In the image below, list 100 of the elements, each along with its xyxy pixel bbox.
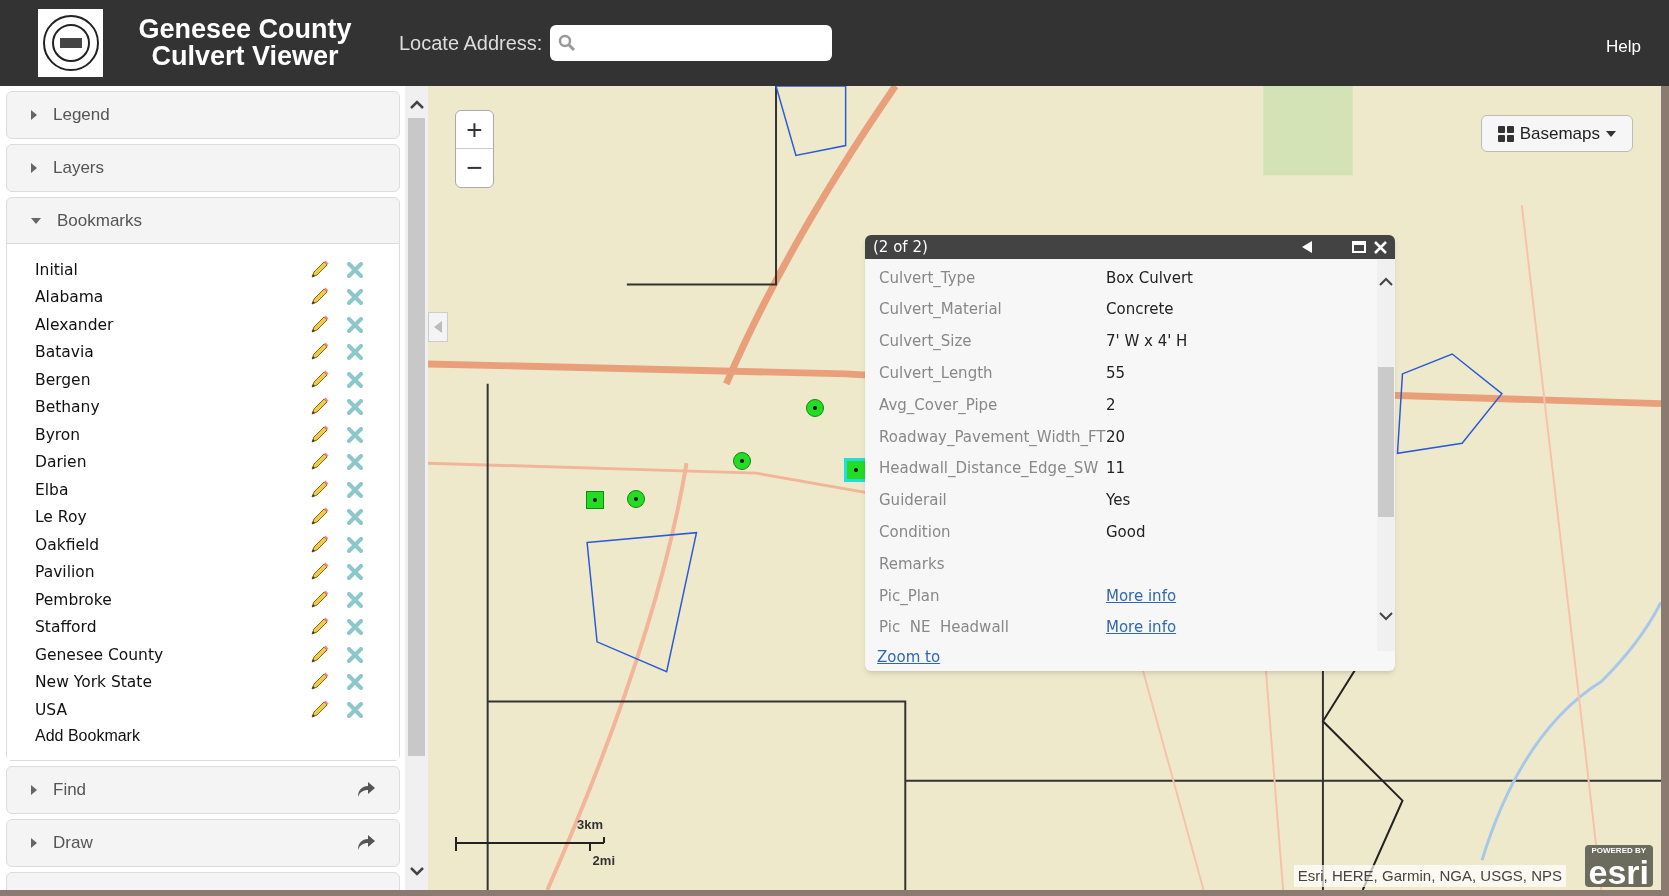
maximize-icon[interactable] xyxy=(1352,241,1366,253)
caret-left-icon xyxy=(434,321,442,333)
pencil-icon[interactable] xyxy=(309,534,331,555)
bookmark-item[interactable]: Byron xyxy=(35,423,309,447)
bookmark-item[interactable]: Alexander xyxy=(35,313,309,337)
popup-scrollbar[interactable] xyxy=(1377,259,1395,651)
pencil-icon[interactable] xyxy=(309,314,331,335)
bookmark-item[interactable]: Oakfield xyxy=(35,533,309,557)
pencil-icon[interactable] xyxy=(309,424,331,445)
panel-header[interactable]: Draw xyxy=(7,819,399,866)
panel-title: Draw xyxy=(53,831,93,854)
bookmark-item[interactable]: Genesee County xyxy=(35,643,309,667)
caret-down-icon xyxy=(1606,130,1616,137)
panel-header[interactable]: Legend xyxy=(7,92,399,138)
bookmark-item[interactable]: Batavia xyxy=(35,341,309,365)
basemaps-button[interactable]: Basemaps xyxy=(1480,115,1633,152)
field-value: Concrete xyxy=(1106,299,1174,321)
bookmark-item[interactable]: Pembroke xyxy=(35,588,309,612)
scroll-down-icon[interactable] xyxy=(1379,611,1393,621)
culvert-square-marker[interactable] xyxy=(847,461,865,479)
pencil-icon[interactable] xyxy=(309,287,331,308)
scroll-up-icon[interactable] xyxy=(1379,277,1393,287)
help-link[interactable]: Help xyxy=(1606,34,1641,60)
zoom-out-button[interactable]: − xyxy=(456,149,493,187)
pencil-icon[interactable] xyxy=(309,342,331,363)
caret-down-icon xyxy=(31,217,41,224)
scrollbar-thumb[interactable] xyxy=(1378,367,1394,517)
county-seal-logo xyxy=(38,9,103,77)
pencil-icon[interactable] xyxy=(309,259,331,280)
esri-wordmark: esri xyxy=(1588,857,1649,887)
attribution-text: Esri, HERE, Garmin, NGA, USGS, NPS xyxy=(1293,864,1566,887)
share-arrow-icon[interactable] xyxy=(357,782,375,797)
pencil-icon[interactable] xyxy=(309,699,331,720)
field-value: Box Culvert xyxy=(1106,267,1193,289)
address-search-field[interactable] xyxy=(550,25,833,61)
pencil-icon[interactable] xyxy=(309,562,331,583)
bookmark-item[interactable]: Initial xyxy=(35,258,309,282)
bookmark-item[interactable]: Bergen xyxy=(35,368,309,392)
pencil-icon[interactable] xyxy=(309,644,331,665)
pencil-icon[interactable] xyxy=(309,672,331,693)
pencil-icon[interactable] xyxy=(309,369,331,390)
panel-title: Bookmarks xyxy=(57,209,143,232)
pencil-icon[interactable] xyxy=(309,479,331,500)
field-name: Roadway_Pavement_Width_FT xyxy=(879,426,1106,448)
field-name: Culvert_Size xyxy=(879,331,973,353)
scroll-up-icon[interactable] xyxy=(408,98,425,110)
field-name: Avg_Cover_Pipe xyxy=(879,394,999,416)
field-name: Pic NE Headwall xyxy=(879,617,1010,639)
bookmark-item[interactable]: Le Roy xyxy=(35,506,309,530)
bookmark-item[interactable]: Pavilion xyxy=(35,561,309,585)
pencil-icon[interactable] xyxy=(309,397,331,418)
zoom-to-link[interactable]: Zoom to xyxy=(877,648,941,666)
sidebar-scrollbar[interactable] xyxy=(405,86,428,890)
field-name: Culvert_Material xyxy=(879,299,1003,321)
caret-right-icon xyxy=(31,110,37,120)
share-arrow-icon[interactable] xyxy=(357,835,375,850)
caret-right-icon xyxy=(31,784,37,795)
bookmark-item[interactable]: Elba xyxy=(35,478,309,502)
field-value: Good xyxy=(1106,522,1146,543)
pencil-icon[interactable] xyxy=(309,507,331,528)
bookmark-item[interactable]: Alabama xyxy=(35,286,309,310)
panel-title: Legend xyxy=(53,104,110,127)
grid-icon xyxy=(1497,125,1514,142)
culvert-square-marker[interactable] xyxy=(586,491,604,509)
field-name: Pic_Plan xyxy=(879,585,941,607)
popup-title: (2 of 2) xyxy=(873,236,929,258)
scale-label: 2mi xyxy=(592,851,615,870)
add-bookmark-link[interactable]: Add Bookmark xyxy=(35,723,140,748)
more-info-link[interactable]: More info xyxy=(1106,584,1177,608)
panel-header[interactable]: Layers xyxy=(7,145,399,191)
scale-label: 3km xyxy=(576,816,603,834)
bookmark-item[interactable]: New York State xyxy=(35,671,309,695)
bookmark-item[interactable]: Darien xyxy=(35,451,309,475)
pencil-icon[interactable] xyxy=(309,452,331,473)
pencil-icon[interactable] xyxy=(309,617,331,638)
bookmark-item[interactable]: Stafford xyxy=(35,616,309,640)
caret-right-icon xyxy=(31,837,37,848)
field-value: 2 xyxy=(1106,394,1116,416)
zoom-in-button[interactable]: + xyxy=(456,111,493,149)
pencil-icon[interactable] xyxy=(309,589,331,610)
caret-right-icon xyxy=(31,163,37,173)
search-icon xyxy=(558,34,577,52)
field-name: Remarks xyxy=(879,553,946,575)
panel-header[interactable]: Find xyxy=(7,766,399,813)
field-name: Guiderail xyxy=(879,490,948,512)
panel-title: Layers xyxy=(53,157,105,180)
previous-icon[interactable] xyxy=(1302,241,1312,253)
field-name: Culvert_Length xyxy=(879,363,994,385)
scroll-down-icon[interactable] xyxy=(408,866,425,878)
field-name: Culvert_Type xyxy=(879,267,977,289)
more-info-link[interactable]: More info xyxy=(1106,616,1177,639)
scrollbar-thumb[interactable] xyxy=(408,118,425,756)
field-name: Headwall_Distance_Edge_SW xyxy=(879,458,1100,480)
close-icon[interactable] xyxy=(1374,240,1387,254)
locate-address-label: Locate Address: xyxy=(399,31,543,56)
field-value: 55 xyxy=(1106,363,1126,385)
field-value: Yes xyxy=(1106,490,1131,512)
bookmark-item[interactable]: Bethany xyxy=(35,396,309,420)
bookmark-item[interactable]: USA xyxy=(35,698,309,722)
panel-title: Find xyxy=(53,778,87,801)
